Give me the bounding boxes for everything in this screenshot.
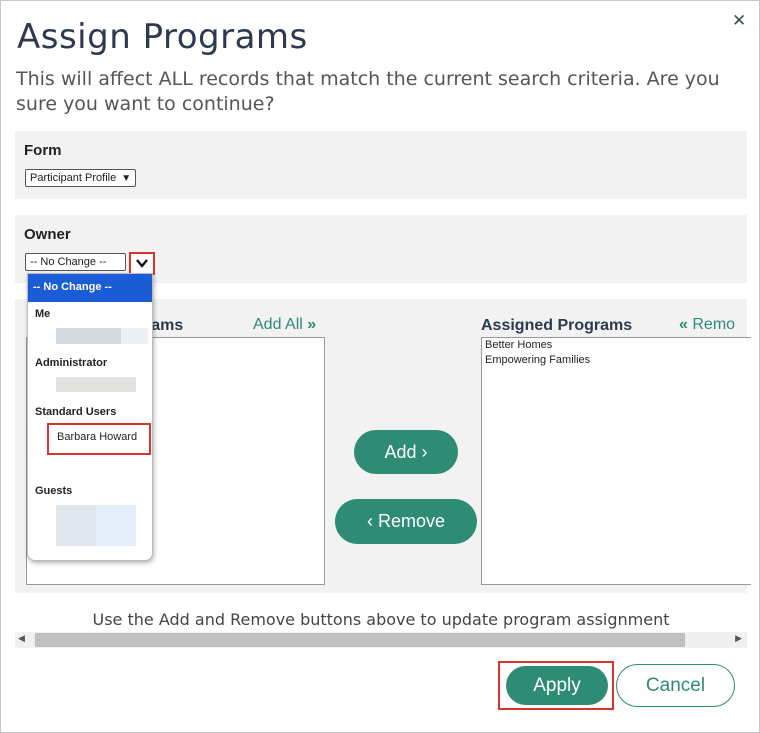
double-chevron-left-icon: « [679,316,688,333]
add-button[interactable]: Add › [354,430,458,474]
redacted-user-option [121,328,148,344]
remove-button[interactable]: ‹ Remove [335,499,477,544]
assign-programs-dialog: ✕ Assign Programs This will affect ALL r… [0,0,760,733]
form-panel: Form Participant Profile ▼ [15,131,747,199]
scroll-left-icon[interactable]: ◀ [18,634,25,644]
double-chevron-right-icon: » [307,316,317,333]
remove-all-label: Remo [692,316,736,333]
assigned-programs-header: Assigned Programs [481,317,633,334]
scrollbar-thumb[interactable] [35,633,685,647]
redacted-user-option [96,505,136,546]
remove-all-link[interactable]: « Remo [679,316,735,334]
cancel-button[interactable]: Cancel [616,664,735,707]
redacted-user-option[interactable] [56,377,136,392]
chevron-down-icon [136,259,148,268]
dropdown-group-standard-users: Standard Users [35,406,117,418]
owner-label: Owner [24,226,71,243]
dropdown-group-guests: Guests [35,485,73,497]
apply-button[interactable]: Apply [506,666,608,705]
owner-dropdown-toggle[interactable] [129,252,155,275]
add-all-link[interactable]: Add All » [253,316,316,334]
owner-select[interactable]: -- No Change -- [25,253,126,271]
form-label: Form [24,142,62,159]
dropdown-group-me: Me [35,308,51,320]
dropdown-option-no-change[interactable]: -- No Change -- [28,274,152,302]
dropdown-option-barbara-howard[interactable]: Barbara Howard [47,423,151,455]
chevron-down-icon: ▼ [121,173,132,184]
redacted-user-option[interactable] [56,505,96,546]
dropdown-group-administrator: Administrator [35,357,108,369]
dialog-subtitle: This will affect ALL records that match … [16,68,720,115]
hint-text: Use the Add and Remove buttons above to … [92,610,670,629]
list-item[interactable]: Empowering Families [482,353,751,368]
apply-highlight: Apply [498,661,614,710]
assigned-programs-list[interactable]: Better Homes Empowering Families [481,337,751,585]
owner-dropdown-menu: -- No Change -- Me Administrator Standar… [27,273,153,561]
owner-select-value: -- No Change -- [30,256,107,268]
list-item[interactable]: Better Homes [482,338,751,353]
dialog-title: Assign Programs [17,17,308,57]
horizontal-scrollbar[interactable]: ◀ ▶ [15,632,747,648]
redacted-user-option[interactable] [56,328,121,344]
scroll-right-icon[interactable]: ▶ [735,634,742,644]
close-icon[interactable]: ✕ [732,13,746,30]
add-all-label: Add All [253,316,303,333]
form-select[interactable]: Participant Profile ▼ [25,169,137,187]
form-select-value: Participant Profile [30,172,117,184]
